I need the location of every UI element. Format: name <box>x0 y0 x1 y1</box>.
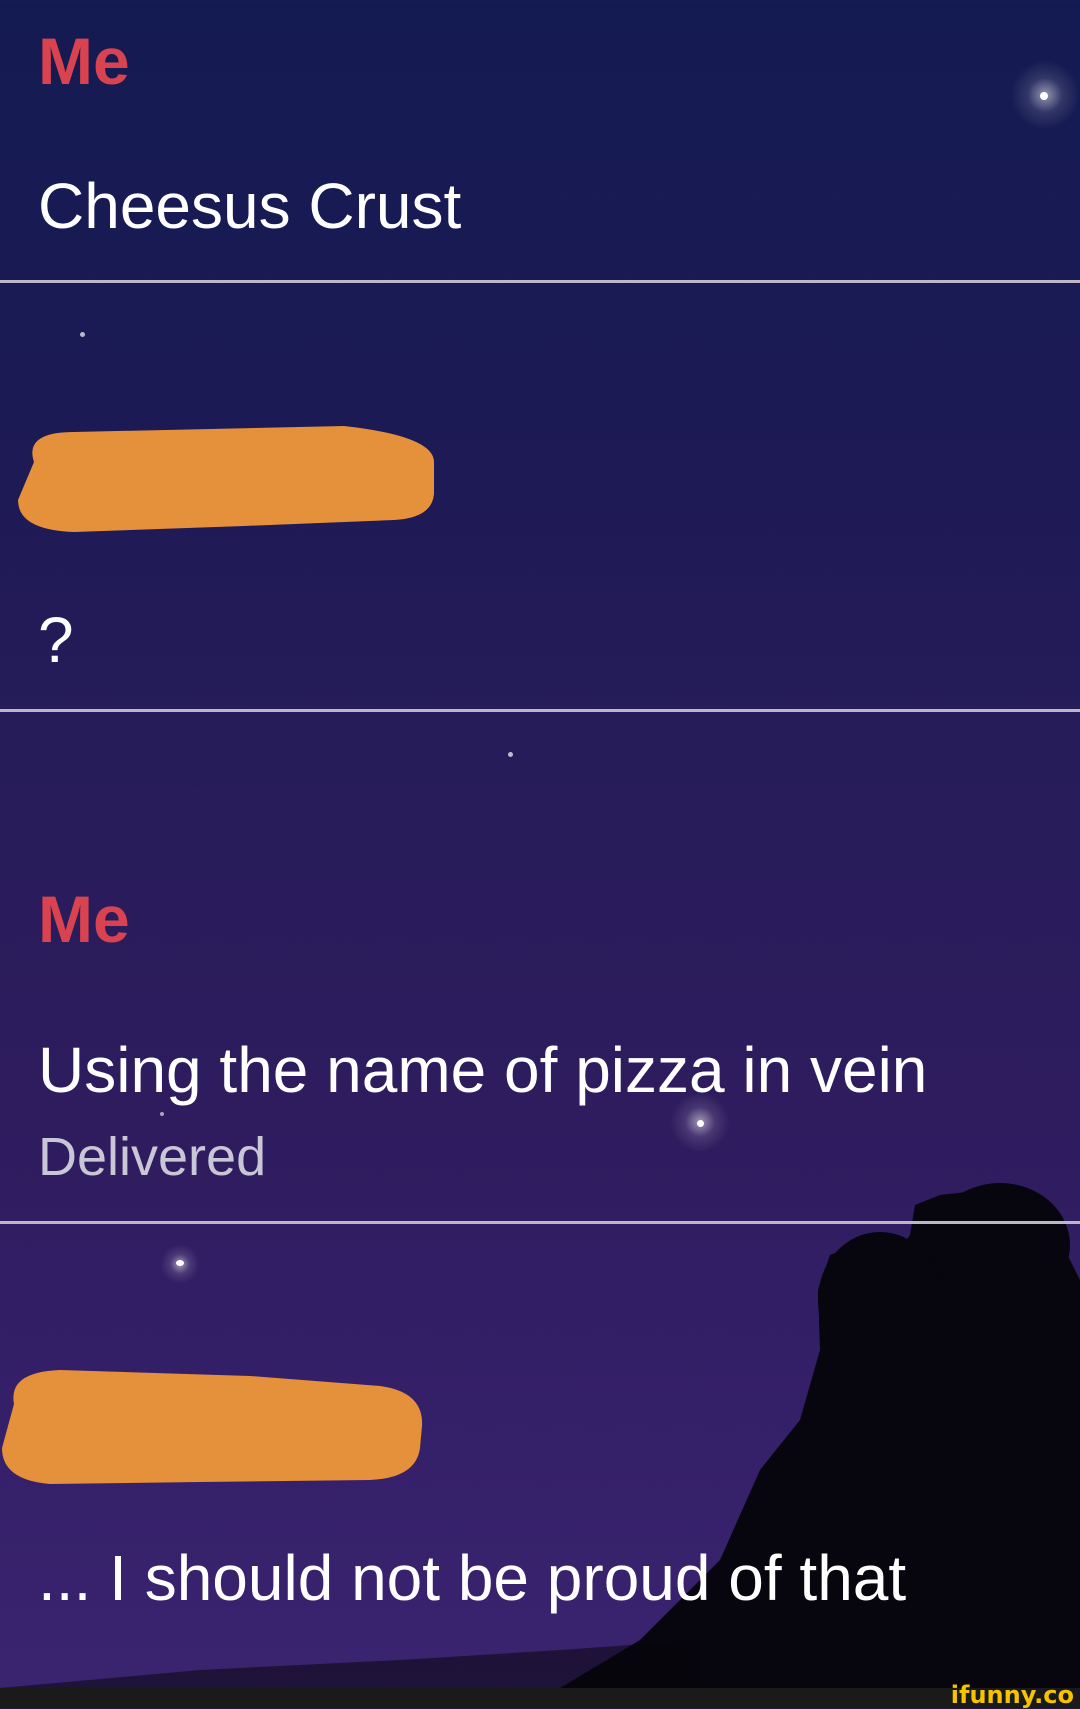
star <box>508 752 513 757</box>
message-text[interactable]: ? <box>38 608 74 672</box>
star-glow <box>1010 60 1080 130</box>
sender-name: Me <box>38 882 130 956</box>
message-divider <box>0 280 1080 283</box>
message-divider <box>0 709 1080 712</box>
star <box>697 1120 704 1127</box>
message-text[interactable]: Using the name of pizza in vein <box>38 1038 927 1102</box>
sender-name: Me <box>38 24 130 98</box>
star <box>80 332 85 337</box>
star <box>1040 92 1048 100</box>
message-text[interactable]: ... I should not be proud of that <box>38 1546 906 1610</box>
star-glow <box>160 1244 200 1284</box>
footer-bar <box>0 1688 1080 1708</box>
star <box>176 1260 184 1266</box>
message-divider <box>0 1221 1080 1224</box>
redacted-sender-name <box>18 426 434 532</box>
redacted-sender-name <box>2 1370 423 1484</box>
message-text[interactable]: Cheesus Crust <box>38 174 461 238</box>
star <box>160 1112 164 1116</box>
watermark-logo: ifunny.co <box>950 1681 1074 1709</box>
delivery-status: Delivered <box>38 1127 267 1187</box>
